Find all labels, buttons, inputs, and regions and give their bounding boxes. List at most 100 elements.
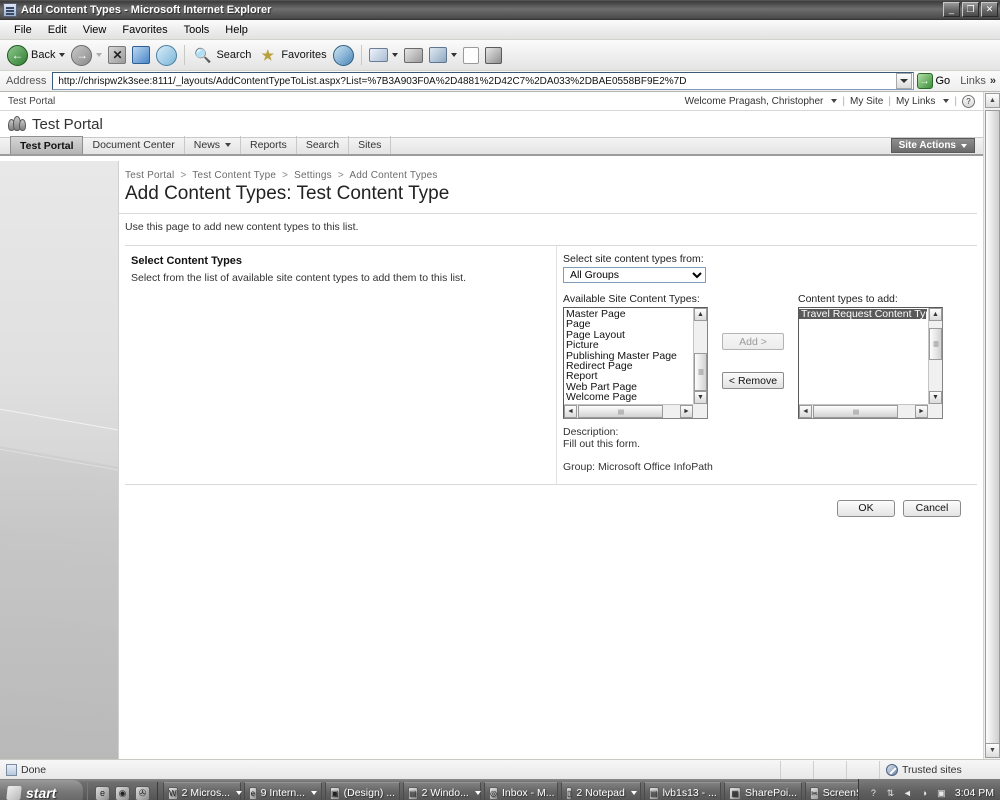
volume-tray-icon[interactable]: ◄: [901, 787, 914, 800]
available-listbox[interactable]: Master Page Page Page Layout Picture Pub…: [563, 307, 708, 419]
selected-listbox[interactable]: Travel Request Content Type ▲ ▼ ◄ ►: [798, 307, 943, 419]
menu-file[interactable]: File: [6, 22, 40, 38]
task-button[interactable]: ✂ ScreenSh...: [805, 782, 858, 800]
breadcrumb-item-0[interactable]: Test Portal: [125, 170, 174, 181]
vertical-scroll-thumb[interactable]: [929, 328, 942, 360]
print-button[interactable]: [401, 43, 426, 67]
scroll-right-icon[interactable]: ►: [915, 405, 928, 418]
start-button[interactable]: start: [0, 780, 83, 800]
menu-view[interactable]: View: [75, 22, 115, 38]
tab-search[interactable]: Search: [297, 136, 350, 154]
page-scroll-thumb[interactable]: [985, 110, 1000, 750]
address-input[interactable]: http://chrispw2k3see:8111/_layouts/AddCo…: [52, 72, 914, 90]
task-button[interactable]: e 9 Intern...: [244, 782, 322, 800]
clock[interactable]: 3:04 PM: [955, 787, 994, 799]
task-group-chevron-icon[interactable]: [311, 791, 317, 795]
task-group-chevron-icon[interactable]: [236, 791, 242, 795]
edit-dropdown-icon[interactable]: [450, 53, 457, 57]
menu-tools[interactable]: Tools: [176, 22, 218, 38]
mail-button[interactable]: [366, 43, 401, 67]
my-site-link[interactable]: My Site: [850, 96, 883, 107]
add-button[interactable]: Add >: [722, 333, 784, 350]
back-dropdown-icon[interactable]: [59, 53, 66, 57]
menu-favorites[interactable]: Favorites: [114, 22, 175, 38]
welcome-menu[interactable]: Welcome Pragash, Christopher: [685, 96, 824, 107]
site-actions-menu[interactable]: Site Actions: [890, 138, 975, 153]
minimize-button[interactable]: _: [943, 2, 960, 17]
favorites-button[interactable]: ★ Favorites: [254, 43, 329, 67]
scroll-left-icon[interactable]: ◄: [564, 405, 577, 418]
task-button[interactable]: ▤ 2 Windo...: [403, 782, 481, 800]
selected-horizontal-scrollbar[interactable]: ◄ ►: [799, 404, 928, 418]
refresh-button[interactable]: [129, 43, 153, 67]
tab-reports[interactable]: Reports: [241, 136, 297, 154]
task-button[interactable]: W 2 Micros...: [163, 782, 242, 800]
links-label[interactable]: Links: [956, 75, 990, 87]
scroll-down-icon[interactable]: ▼: [694, 391, 707, 404]
selected-vertical-scrollbar[interactable]: ▲ ▼: [928, 308, 942, 404]
search-button[interactable]: 🔍 Search: [189, 43, 254, 67]
address-dropdown-button[interactable]: [895, 73, 912, 89]
tab-document-center[interactable]: Document Center: [83, 136, 185, 154]
list-item[interactable]: Travel Request Content Type: [799, 309, 927, 319]
forward-button[interactable]: →: [68, 43, 105, 67]
display-tray-icon[interactable]: ▣: [935, 787, 948, 800]
page-vertical-scrollbar[interactable]: ▲ ▼: [983, 92, 1000, 759]
menu-edit[interactable]: Edit: [40, 22, 75, 38]
security-zone-pane[interactable]: Trusted sites: [880, 761, 1000, 779]
go-button[interactable]: → Go: [914, 72, 957, 91]
vertical-scroll-thumb[interactable]: [694, 353, 707, 391]
task-button[interactable]: ▦ SharePoi...: [724, 782, 802, 800]
scroll-up-icon[interactable]: ▲: [929, 308, 942, 321]
tab-test-portal[interactable]: Test Portal: [10, 136, 84, 154]
media-player-quicklaunch-icon[interactable]: ◉: [115, 785, 130, 800]
task-group-chevron-icon[interactable]: [630, 791, 637, 795]
edit-button[interactable]: [426, 43, 460, 67]
home-button[interactable]: [153, 43, 180, 67]
my-links-chevron-down-icon[interactable]: [943, 99, 950, 103]
horizontal-scroll-thumb[interactable]: [578, 405, 663, 418]
breadcrumb-item-1[interactable]: Test Content Type: [192, 170, 276, 181]
back-button[interactable]: ← Back: [4, 43, 68, 67]
scroll-left-icon[interactable]: ◄: [799, 405, 812, 418]
task-button[interactable]: ▯ 2 Notepad: [561, 782, 641, 800]
task-button[interactable]: ▤ lvb1s13 - ...: [644, 782, 721, 800]
group-filter-select[interactable]: All Groups: [563, 267, 706, 283]
network-tray-icon[interactable]: ⇅: [884, 787, 897, 800]
forward-dropdown-icon[interactable]: [96, 53, 103, 57]
stop-button[interactable]: ✕: [105, 43, 129, 67]
discuss-button[interactable]: [460, 43, 482, 67]
history-button[interactable]: [330, 43, 357, 67]
scroll-right-icon[interactable]: ►: [680, 405, 693, 418]
breadcrumb-item-2[interactable]: Settings: [294, 170, 332, 181]
scroll-down-icon[interactable]: ▼: [929, 391, 942, 404]
task-button[interactable]: ▣ (Design) ...: [325, 782, 400, 800]
mail-dropdown-icon[interactable]: [391, 53, 398, 57]
available-horizontal-scrollbar[interactable]: ◄ ►: [564, 404, 693, 418]
cancel-button[interactable]: Cancel: [903, 499, 961, 517]
close-button[interactable]: ✕: [981, 2, 998, 17]
list-item[interactable]: Welcome Page: [564, 392, 692, 403]
page-scroll-up-icon[interactable]: ▲: [985, 93, 1000, 108]
task-button[interactable]: ◎ Inbox - M...: [484, 782, 558, 800]
messenger-button[interactable]: [482, 43, 505, 67]
shield-tray-icon[interactable]: ◑: [918, 787, 931, 800]
task-group-chevron-icon[interactable]: [474, 791, 481, 795]
tab-news[interactable]: News: [185, 136, 242, 154]
horizontal-scroll-thumb[interactable]: [813, 405, 898, 418]
scroll-up-icon[interactable]: ▲: [694, 308, 707, 321]
ie-quicklaunch-icon[interactable]: e: [95, 785, 110, 800]
browser-quicklaunch-icon[interactable]: ✇: [135, 785, 150, 800]
welcome-chevron-down-icon[interactable]: [831, 99, 838, 103]
remove-button[interactable]: < Remove: [722, 372, 784, 389]
my-links-menu[interactable]: My Links: [896, 96, 935, 107]
maximize-button[interactable]: ❐: [962, 2, 979, 17]
ok-button[interactable]: OK: [837, 499, 895, 517]
available-vertical-scrollbar[interactable]: ▲ ▼: [693, 308, 707, 404]
page-scroll-down-icon[interactable]: ▼: [985, 743, 1000, 758]
help-tray-icon[interactable]: ?: [867, 787, 880, 800]
tab-sites[interactable]: Sites: [349, 136, 392, 154]
links-overflow-icon[interactable]: »: [990, 75, 1000, 87]
help-icon[interactable]: ?: [962, 94, 975, 108]
menu-help[interactable]: Help: [217, 22, 256, 38]
